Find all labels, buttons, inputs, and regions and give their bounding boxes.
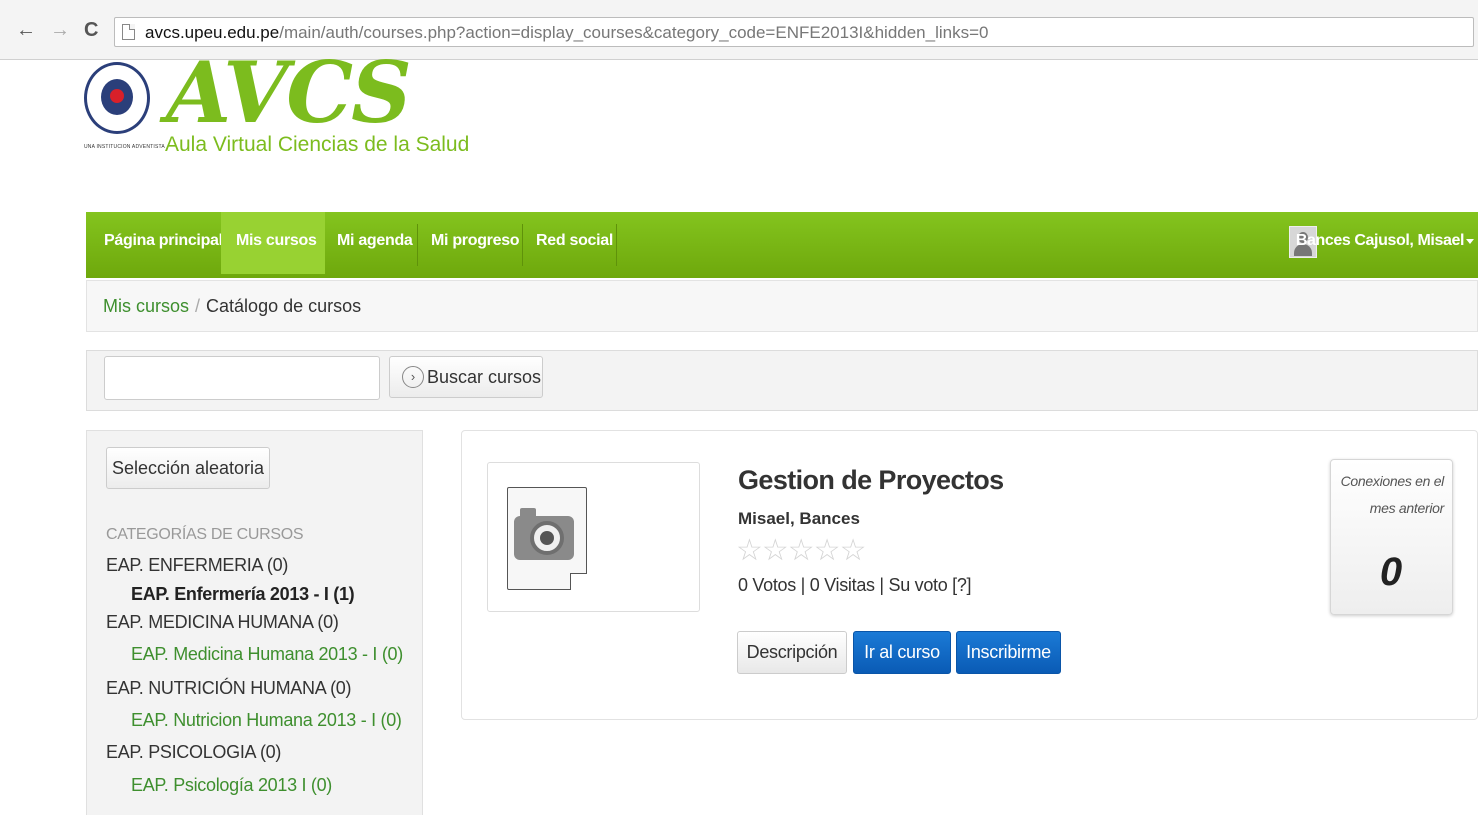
category-item[interactable]: EAP. ENFERMERIA (0): [106, 555, 288, 576]
connections-count: 0: [1379, 550, 1403, 594]
go-to-course-button[interactable]: Ir al curso: [853, 631, 951, 674]
category-subitem[interactable]: EAP. Medicina Humana 2013 - I (0): [131, 644, 403, 665]
category-item[interactable]: EAP. PSICOLOGIA (0): [106, 742, 281, 763]
url-path: /main/auth/courses.php?action=display_co…: [279, 23, 989, 42]
user-menu[interactable]: Bances Cajusol, Misael: [1272, 226, 1474, 258]
category-subitem[interactable]: EAP. Psicología 2013 I (0): [131, 775, 332, 796]
breadcrumb-my-courses[interactable]: Mis cursos: [103, 296, 189, 316]
category-item[interactable]: EAP. MEDICINA HUMANA (0): [106, 612, 339, 633]
star-rating-icon[interactable]: ☆☆☆☆☆: [736, 533, 866, 568]
nav-divider: [417, 224, 418, 266]
reload-icon[interactable]: C: [84, 18, 98, 42]
nav-item-social[interactable]: Red social: [524, 212, 625, 274]
course-teacher: Misael, Bances: [738, 509, 860, 528]
user-name[interactable]: Bances Cajusol, Misael: [1296, 226, 1465, 256]
subscribe-button[interactable]: Inscribirme: [956, 631, 1061, 674]
chevron-right-icon: ›: [402, 366, 424, 388]
logo-subtitle: Aula Virtual Ciencias de la Salud: [165, 133, 470, 156]
categories-sidebar: Selección aleatoria CATEGORÍAS DE CURSOS…: [86, 430, 423, 815]
camera-lens-icon: [530, 521, 564, 555]
main-nav: Página principal Mis cursos Mi agenda Mi…: [86, 212, 1478, 278]
image-placeholder-icon: [507, 487, 587, 590]
course-thumbnail[interactable]: [487, 462, 700, 612]
course-card: Gestion de Proyectos Misael, Bances ☆☆☆☆…: [461, 430, 1478, 720]
chevron-down-icon[interactable]: [1466, 239, 1474, 244]
category-item-current: EAP. Enfermería 2013 - I (1): [131, 584, 355, 604]
description-button[interactable]: Descripción: [737, 631, 847, 674]
search-courses-button[interactable]: › Buscar cursos: [389, 356, 543, 398]
nav-divider: [522, 224, 523, 266]
seal-caption: UNA INSTITUCION ADVENTISTA: [84, 144, 165, 150]
connections-box: Conexiones en el mes anterior 0: [1330, 459, 1453, 615]
forward-arrow-icon[interactable]: →: [50, 18, 70, 42]
avcs-logo[interactable]: AVCS: [166, 48, 412, 138]
nav-item-agenda[interactable]: Mi agenda: [325, 212, 425, 274]
breadcrumb-separator: /: [195, 296, 201, 316]
breadcrumb-current: Catálogo de cursos: [206, 296, 362, 316]
random-selection-button[interactable]: Selección aleatoria: [106, 447, 270, 489]
breadcrumb: Mis cursos / Catálogo de cursos: [86, 280, 1478, 332]
nav-item-progress[interactable]: Mi progreso: [419, 212, 531, 274]
university-seal-logo: [84, 62, 150, 134]
search-button-label: Buscar cursos: [427, 367, 542, 387]
page-icon: [122, 24, 135, 40]
url-host: avcs.upeu.edu.pe: [145, 23, 280, 42]
url-text[interactable]: avcs.upeu.edu.pe/main/auth/courses.php?a…: [145, 23, 988, 43]
connections-label: Conexiones en el mes anterior: [1340, 473, 1445, 516]
categories-heading: CATEGORÍAS DE CURSOS: [106, 526, 304, 543]
category-subitem[interactable]: EAP. Nutricion Humana 2013 - I (0): [131, 710, 402, 731]
nav-divider: [616, 224, 617, 266]
back-arrow-icon[interactable]: ←: [16, 18, 36, 42]
course-title[interactable]: Gestion de Proyectos: [738, 465, 1004, 496]
search-bar: › Buscar cursos: [86, 350, 1478, 411]
category-item[interactable]: EAP. NUTRICIÓN HUMANA (0): [106, 678, 352, 699]
search-input[interactable]: [104, 356, 380, 400]
nav-item-home[interactable]: Página principal: [92, 212, 235, 274]
course-stats: 0 Votos | 0 Visitas | Su voto [?]: [738, 575, 972, 595]
nav-item-my-courses[interactable]: Mis cursos: [221, 212, 325, 274]
